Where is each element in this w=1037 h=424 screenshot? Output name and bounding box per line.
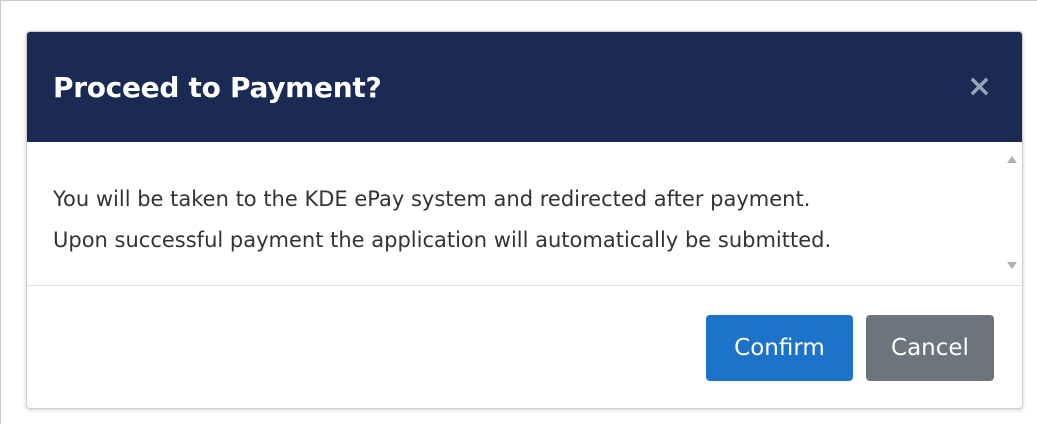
body-scrollbar[interactable] bbox=[1002, 142, 1022, 285]
payment-modal: Proceed to Payment? × You will be taken … bbox=[26, 31, 1023, 409]
close-icon[interactable]: × bbox=[967, 72, 992, 102]
page-frame: Proceed to Payment? × You will be taken … bbox=[0, 0, 1037, 424]
scroll-down-arrow-icon[interactable] bbox=[1007, 262, 1017, 269]
modal-footer: Confirm Cancel bbox=[27, 286, 1022, 408]
modal-body: You will be taken to the KDE ePay system… bbox=[27, 142, 1022, 286]
modal-header: Proceed to Payment? × bbox=[27, 32, 1022, 142]
message-line-2: Upon successful payment the application … bbox=[53, 228, 832, 252]
message-line-1: You will be taken to the KDE ePay system… bbox=[53, 187, 811, 211]
scroll-up-arrow-icon[interactable] bbox=[1007, 156, 1017, 163]
modal-title: Proceed to Payment? bbox=[53, 70, 382, 104]
modal-message: You will be taken to the KDE ePay system… bbox=[53, 179, 993, 261]
confirm-button[interactable]: Confirm bbox=[706, 315, 853, 381]
cancel-button[interactable]: Cancel bbox=[866, 315, 994, 381]
